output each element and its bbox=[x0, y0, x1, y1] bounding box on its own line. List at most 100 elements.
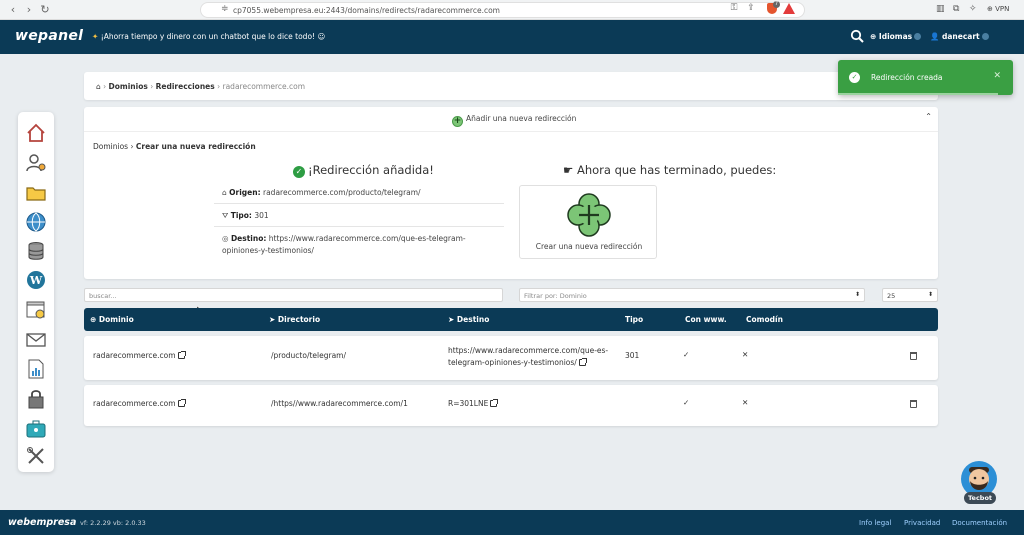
external-link-icon[interactable] bbox=[578, 358, 587, 366]
target-icon: ◎ bbox=[222, 234, 229, 243]
check-circle-icon: ✓ bbox=[293, 166, 305, 178]
check-icon: ✓ bbox=[683, 398, 690, 407]
row-type: 301 bbox=[625, 351, 640, 360]
address-bar[interactable]: ≑ cp7055.webempresa.eu:2443/domains/redi… bbox=[200, 2, 805, 18]
chevron-down-icon bbox=[981, 33, 989, 40]
add-redirect-toggle[interactable]: + Añadir una nueva redirección bbox=[452, 114, 576, 127]
wordpress-icon[interactable]: W bbox=[25, 269, 47, 291]
version-text: vf: 2.2.29 vb: 2.0.33 bbox=[80, 519, 146, 527]
forward-icon[interactable]: › bbox=[22, 3, 36, 17]
cross-icon: ✕ bbox=[742, 398, 749, 407]
languages-menu[interactable]: ⊕ Idiomas bbox=[870, 32, 922, 41]
user-gear-icon: 👤 bbox=[930, 32, 940, 41]
shield-count-badge: 7 bbox=[773, 1, 780, 8]
external-link-icon[interactable] bbox=[177, 351, 186, 359]
home-icon[interactable]: ⌂ bbox=[96, 82, 101, 91]
page-size-select[interactable]: 25 ⬍ bbox=[882, 288, 938, 302]
top-navigation: wepanel ✦ ¡Ahorra tiempo y dinero con un… bbox=[0, 20, 1024, 54]
destination-value-line1: https://www.radarecommerce.com/que-es-te… bbox=[268, 234, 466, 243]
breadcrumb-current: radarecommerce.com bbox=[222, 82, 306, 91]
webempresa-logo[interactable]: webempresa bbox=[8, 517, 76, 528]
sidebar: W bbox=[18, 112, 54, 472]
table-row: radarecommerce.com /producto/telegram/ h… bbox=[84, 336, 938, 380]
tab-icon[interactable]: ⧉ bbox=[953, 4, 959, 14]
origin-row: ⌂ Origen: radarecommerce.com/producto/te… bbox=[222, 188, 421, 197]
privacy-link[interactable]: Privacidad bbox=[904, 519, 940, 527]
trash-icon[interactable] bbox=[910, 352, 917, 360]
sidebar-toggle-icon[interactable]: ▥ bbox=[936, 4, 945, 14]
folder-icon[interactable] bbox=[25, 182, 47, 204]
url-text: cp7055.webempresa.eu:2443/domains/redire… bbox=[233, 6, 500, 15]
breadcrumb-card: ⌂ › Dominios › Redirecciones › radarecom… bbox=[84, 72, 938, 100]
col-type[interactable]: Tipo bbox=[625, 315, 643, 324]
type-row: ⛛ Tipo: 301 bbox=[222, 211, 269, 221]
select-arrows-icon: ⬍ bbox=[854, 291, 860, 298]
sub-crumb-root[interactable]: Dominios bbox=[93, 142, 128, 151]
trash-icon[interactable] bbox=[910, 400, 917, 408]
info-legal-link[interactable]: Info legal bbox=[859, 519, 891, 527]
check-circle-icon: ✓ bbox=[849, 72, 860, 83]
chatbot-icon: ☺ bbox=[317, 32, 326, 41]
create-new-redirect-label: Crear una nueva redirección bbox=[535, 242, 643, 251]
breadcrumb-dominios[interactable]: Dominios bbox=[109, 82, 148, 91]
tecbot-label[interactable]: Tecbot bbox=[964, 492, 996, 504]
reload-icon[interactable]: ↻ bbox=[38, 3, 52, 17]
external-link-icon[interactable] bbox=[177, 399, 186, 407]
search-icon[interactable] bbox=[850, 29, 864, 43]
close-icon[interactable]: ✕ bbox=[993, 71, 1001, 81]
col-wildcard[interactable]: Comodín bbox=[746, 315, 783, 324]
filter-select[interactable]: Filtrar por: Dominio ⬍ bbox=[519, 288, 865, 302]
row-domain[interactable]: radarecommerce.com bbox=[93, 351, 186, 360]
breadcrumb: ⌂ › Dominios › Redirecciones › radarecom… bbox=[96, 82, 306, 91]
globe-icon: ⊕ bbox=[90, 315, 97, 324]
footer: webempresa vf: 2.2.29 vb: 2.0.33 Info le… bbox=[0, 510, 1024, 535]
row-destination-line1: https://www.radarecommerce.com/que-es- bbox=[448, 346, 609, 355]
breadcrumb-redirecciones[interactable]: Redirecciones bbox=[156, 82, 215, 91]
home-icon[interactable] bbox=[25, 122, 47, 144]
vpn-button[interactable]: ⊕ VPN bbox=[987, 5, 1009, 13]
col-www[interactable]: Con www. bbox=[685, 315, 727, 324]
col-directory[interactable]: ➤ Directorio bbox=[269, 315, 320, 324]
tools-icon[interactable] bbox=[25, 445, 47, 467]
chevron-down-icon bbox=[914, 33, 922, 40]
report-icon[interactable] bbox=[25, 358, 47, 380]
col-destination[interactable]: ➤ Destino bbox=[448, 315, 489, 324]
toast-message: Redirección creada bbox=[871, 73, 943, 82]
mail-icon[interactable] bbox=[25, 329, 47, 351]
create-new-redirect-card[interactable]: Crear una nueva redirección bbox=[519, 185, 657, 259]
row-directory: /https//www.radarecommerce.com/1 bbox=[271, 399, 408, 408]
chevron-up-icon[interactable]: ⌃ bbox=[925, 112, 932, 121]
globe-icon[interactable] bbox=[25, 211, 47, 233]
back-icon[interactable]: ‹ bbox=[6, 3, 20, 17]
row-domain[interactable]: radarecommerce.com bbox=[93, 399, 186, 408]
destination-row: ◎ Destino: https://www.radarecommerce.co… bbox=[222, 234, 466, 243]
rewards-icon[interactable] bbox=[783, 3, 795, 14]
home-icon: ⌂ bbox=[222, 188, 227, 197]
type-label: Tipo: bbox=[230, 211, 252, 220]
promo-banner[interactable]: ✦ ¡Ahorra tiempo y dinero con un chatbot… bbox=[92, 32, 325, 41]
destination-row-cont: opiniones-y-testimonios/ bbox=[222, 246, 314, 255]
extensions-icon[interactable]: ✧ bbox=[969, 4, 977, 14]
user-menu[interactable]: 👤 danecart bbox=[930, 32, 989, 41]
divider bbox=[214, 226, 504, 227]
external-link-icon[interactable] bbox=[490, 399, 499, 407]
wepanel-logo[interactable]: wepanel bbox=[15, 28, 83, 44]
divider bbox=[84, 131, 938, 132]
sub-crumb-current: Crear una nueva redirección bbox=[135, 142, 256, 151]
web-stats-icon[interactable] bbox=[25, 299, 47, 321]
cross-icon: ✕ bbox=[742, 350, 749, 359]
destination-label: Destino: bbox=[230, 234, 267, 243]
toolbox-icon[interactable] bbox=[25, 418, 47, 440]
col-domain[interactable]: ⊕ Dominio bbox=[90, 315, 134, 324]
user-settings-icon[interactable] bbox=[25, 152, 47, 174]
success-toast: ✓ Redirección creada ✕ bbox=[838, 60, 1013, 95]
key-icon[interactable]: ⚿ bbox=[728, 2, 740, 14]
share-icon[interactable]: ⇪ bbox=[745, 2, 757, 14]
plus-icon: + bbox=[452, 116, 463, 127]
search-input[interactable]: buscar... bbox=[84, 288, 503, 302]
database-icon[interactable] bbox=[25, 240, 47, 262]
documentation-link[interactable]: Documentación bbox=[952, 519, 1007, 527]
security-icon[interactable] bbox=[25, 388, 47, 410]
site-info-icon[interactable]: ≑ bbox=[221, 4, 229, 14]
location-arrow-icon: ➤ bbox=[269, 315, 276, 324]
